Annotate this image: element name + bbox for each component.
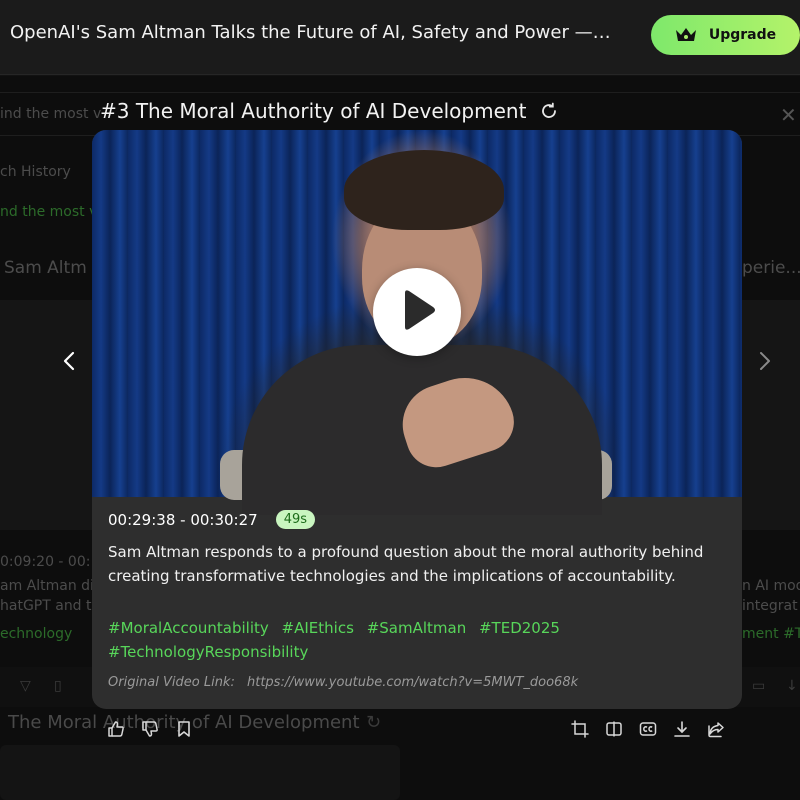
clip-title: #3 The Moral Authority of AI Development (100, 99, 527, 123)
hashtag[interactable]: #AIEthics (282, 616, 354, 640)
clip-summary: Sam Altman responds to a profound questi… (108, 543, 704, 585)
background-download-icon: ↓ (786, 678, 798, 694)
split-view-button[interactable] (605, 719, 623, 739)
video-player[interactable] (92, 130, 742, 515)
top-bar: OpenAI's Sam Altman Talks the Future of … (0, 0, 800, 75)
background-suggestion: nd the most v (0, 204, 98, 220)
previous-clip-button[interactable] (57, 350, 81, 376)
chevron-left-icon (63, 351, 75, 375)
background-tag-right: ment #Te (742, 626, 800, 642)
background-desc-right-1: n AI mod (742, 578, 800, 594)
background-search-history: ch History (0, 164, 71, 180)
modal-heading: #3 The Moral Authority of AI Development (100, 96, 558, 126)
upgrade-label: Upgrade (708, 27, 777, 43)
background-thumbnail (0, 745, 400, 800)
bookmark-icon (177, 720, 191, 738)
share-button[interactable] (707, 719, 725, 739)
original-video-link[interactable]: https://www.youtube.com/watch?v=5MWT_doo… (247, 675, 578, 690)
clip-time-range: 00:29:38 - 00:30:27 (108, 510, 258, 529)
play-button[interactable] (373, 268, 461, 356)
background-card-title-right: perie... (742, 258, 800, 278)
background-cc-icon: ▭ (752, 678, 766, 694)
background-card-right (742, 300, 800, 530)
background-time-left: 0:09:20 - 00:1 (0, 554, 100, 570)
split-icon (605, 720, 623, 738)
clip-detail-modal: 00:29:38 - 00:30:27 49s Sam Altman respo… (92, 130, 742, 709)
crop-icon (571, 720, 589, 738)
background-card-title-left: Sam Altm (4, 258, 87, 278)
background-card-left (0, 300, 92, 530)
bookmark-button[interactable] (175, 719, 193, 739)
background-tag-left: echnology (0, 626, 73, 642)
share-icon (707, 720, 725, 738)
captions-button[interactable] (639, 719, 657, 739)
hashtag[interactable]: #SamAltman (367, 616, 467, 640)
hashtag[interactable]: #MoralAccountability (108, 616, 269, 640)
thumbs-up-icon (107, 720, 125, 738)
background-bookmark-icon: ▯ (54, 678, 62, 694)
background-desc-left-2: hatGPT and th (0, 598, 101, 614)
hashtag[interactable]: #TechnologyResponsibility (108, 640, 308, 664)
original-link-label: Original Video Link: (108, 675, 235, 690)
download-icon (673, 720, 691, 738)
like-button[interactable] (107, 719, 125, 739)
hashtag-list: #MoralAccountability #AIEthics #SamAltma… (108, 616, 668, 664)
refresh-icon[interactable] (540, 102, 558, 120)
hashtag[interactable]: #TED2025 (479, 616, 560, 640)
feedback-actions (107, 719, 193, 739)
original-video-link-row: Original Video Link: https://www.youtube… (108, 675, 578, 690)
upgrade-button[interactable]: Upgrade (651, 15, 800, 55)
download-button[interactable] (673, 719, 691, 739)
thumbs-down-icon (141, 720, 159, 738)
play-icon (397, 288, 437, 336)
chevron-right-icon (759, 351, 771, 375)
next-clip-button[interactable] (753, 350, 777, 376)
cc-icon (639, 720, 657, 738)
background-desc-right-2: integrat (742, 598, 798, 614)
background-desc-left-1: am Altman di (0, 578, 94, 594)
crown-icon (675, 26, 697, 44)
clip-tools (571, 719, 725, 739)
clip-time-row: 00:29:38 - 00:30:27 49s (108, 510, 316, 529)
background-search-text: ind the most v (0, 106, 102, 122)
background-refresh-icon: ↻ (366, 712, 382, 733)
dislike-button[interactable] (141, 719, 159, 739)
background-close-icon: ✕ (780, 103, 797, 127)
background-thumb-down-icon: ▽ (20, 678, 31, 694)
video-title: OpenAI's Sam Altman Talks the Future of … (10, 22, 615, 43)
crop-button[interactable] (571, 719, 589, 739)
duration-badge: 49s (275, 510, 316, 529)
speaker-hair-shape (344, 150, 504, 230)
